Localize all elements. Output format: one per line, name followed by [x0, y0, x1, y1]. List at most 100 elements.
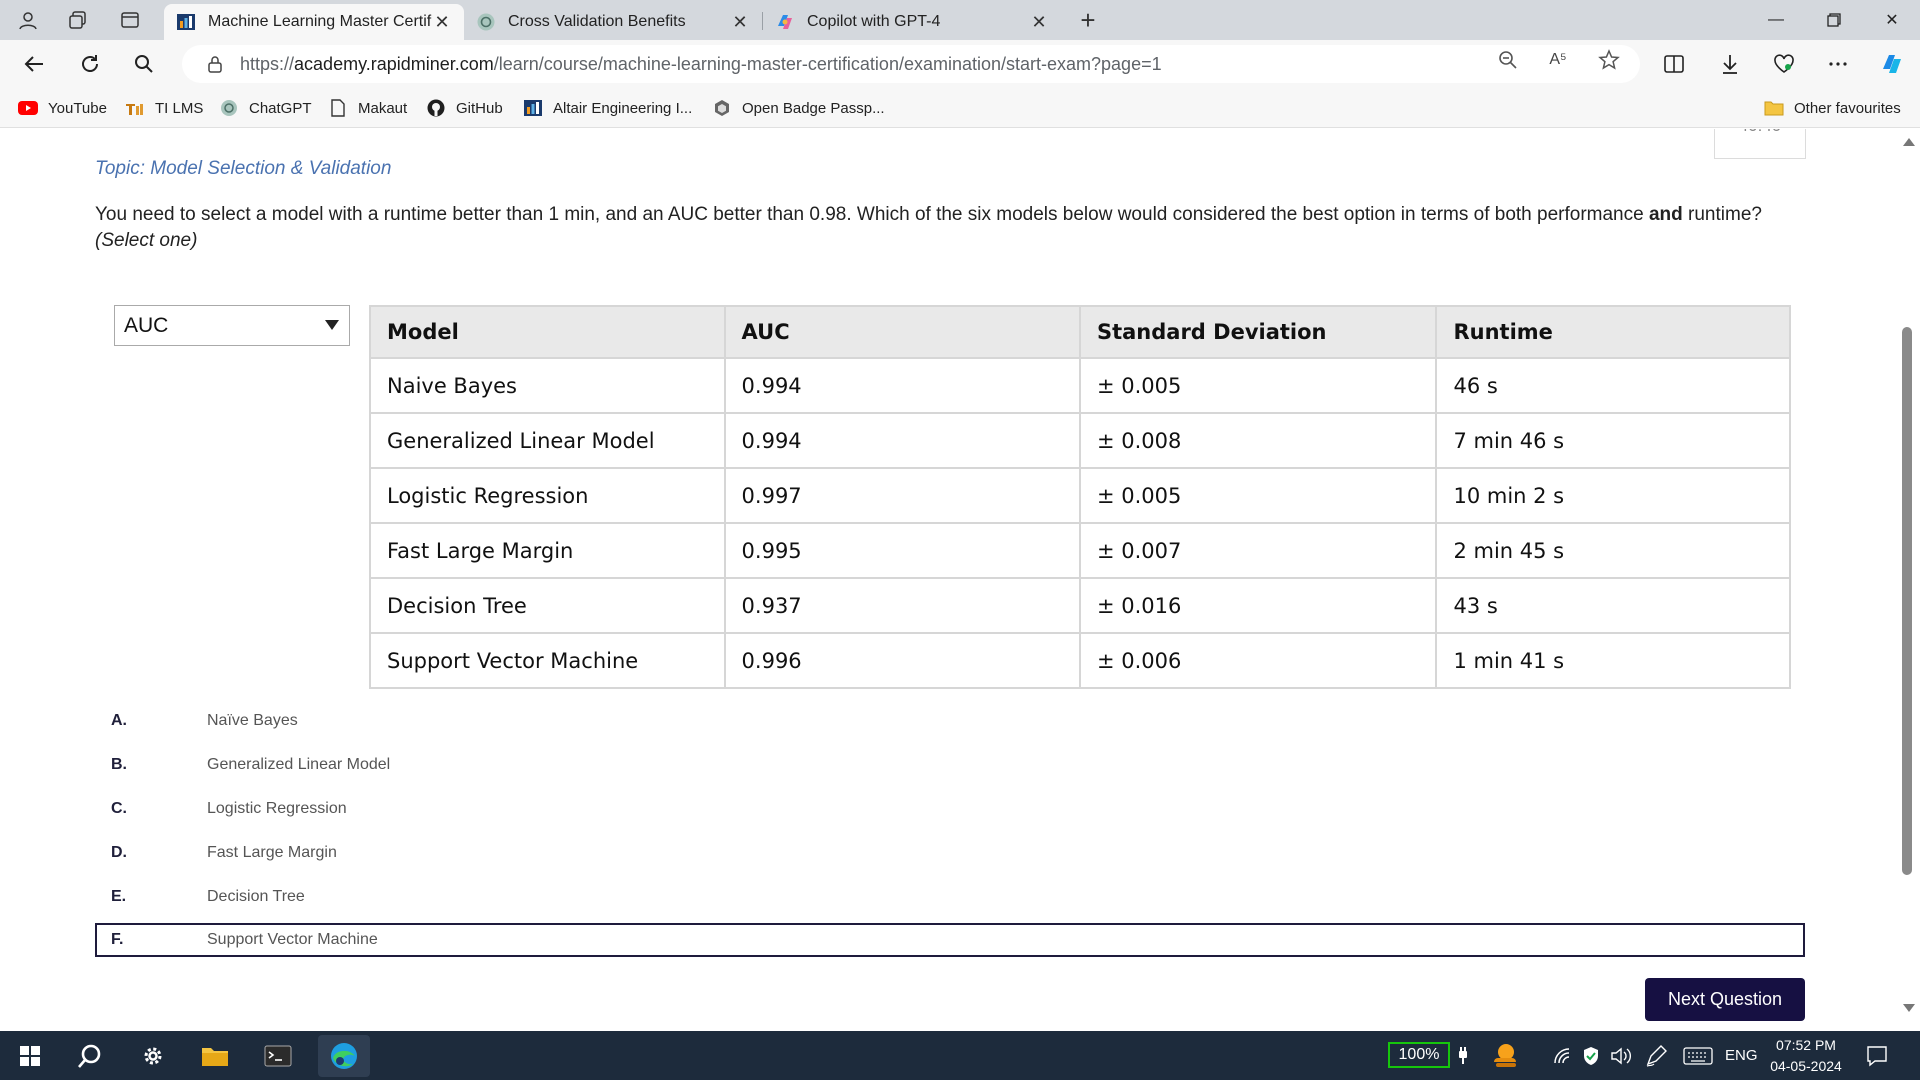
- close-window-button[interactable]: ✕: [1868, 4, 1916, 36]
- answer-option-e[interactable]: E. Decision Tree: [95, 879, 1805, 915]
- github-icon: [426, 99, 446, 117]
- cell-std-dev: ± 0.008: [1078, 412, 1438, 469]
- windows-start-icon[interactable]: [12, 1038, 48, 1074]
- scrollbar-thumb[interactable]: [1902, 327, 1912, 875]
- bookmark-open-badge[interactable]: Open Badge Passp...: [712, 96, 885, 120]
- cell-auc: 0.994: [723, 412, 1081, 469]
- cell-model: Generalized Linear Model: [369, 412, 726, 469]
- more-options-icon[interactable]: [1822, 48, 1854, 80]
- select-hint: (Select one): [95, 230, 198, 251]
- clock-date: 04-05-2024: [1770, 1058, 1842, 1074]
- url-prefix: https://: [240, 53, 295, 74]
- answer-option-c[interactable]: C. Logistic Regression: [95, 791, 1805, 827]
- search-icon[interactable]: [72, 1038, 108, 1074]
- option-letter: B.: [111, 756, 127, 773]
- edge-browser-icon[interactable]: [318, 1035, 370, 1077]
- tab-copilot[interactable]: Copilot with GPT-4 ✕: [763, 4, 1061, 40]
- wifi-icon[interactable]: [1553, 1031, 1573, 1080]
- bookmark-chatgpt[interactable]: ChatGPT: [219, 96, 312, 120]
- refresh-icon[interactable]: [74, 48, 106, 80]
- cell-model: Decision Tree: [369, 577, 726, 634]
- close-icon[interactable]: ✕: [432, 12, 452, 33]
- cell-model: Naive Bayes: [369, 357, 726, 414]
- dropdown-arrow-icon: [325, 320, 339, 330]
- bookmarks-bar: YouTube TI LMS ChatGPT Makaut GitHub Alt…: [0, 88, 1920, 128]
- new-tab-button[interactable]: +: [1072, 4, 1104, 36]
- bookmark-ti-lms[interactable]: TI LMS: [125, 96, 203, 120]
- cell-model: Support Vector Machine: [369, 632, 726, 689]
- clock-time: 07:52 PM: [1776, 1037, 1836, 1053]
- page-scrollbar[interactable]: [1896, 129, 1920, 1031]
- cell-model: Fast Large Margin: [369, 522, 726, 579]
- question-text-part: You need to select a model with a runtim…: [95, 204, 1649, 225]
- table-header-row: Model AUC Standard Deviation Runtime: [369, 305, 1791, 359]
- copilot-icon: [775, 12, 795, 32]
- bookmark-other-favourites[interactable]: Other favourites: [1764, 96, 1901, 120]
- weather-icon[interactable]: [1490, 1031, 1522, 1080]
- back-arrow-icon[interactable]: [18, 48, 50, 80]
- browser-toolbar: https://academy.rapidminer.com/learn/cou…: [0, 40, 1920, 88]
- column-header-auc: AUC: [723, 305, 1081, 359]
- bookmark-altair[interactable]: Altair Engineering I...: [523, 96, 692, 120]
- sort-metric-select[interactable]: AUC: [114, 305, 350, 346]
- scroll-up-arrow-icon[interactable]: [1903, 138, 1915, 146]
- bookmark-label: Other favourites: [1794, 99, 1901, 117]
- keyboard-icon[interactable]: [1683, 1031, 1713, 1080]
- cell-std-dev: ± 0.005: [1078, 467, 1438, 524]
- restore-button[interactable]: [1810, 4, 1858, 36]
- read-aloud-label: A⁵: [1549, 51, 1567, 68]
- input-language[interactable]: ENG: [1725, 1031, 1758, 1080]
- cell-std-dev: ± 0.016: [1078, 577, 1438, 634]
- table-row: Naive Bayes 0.994 ± 0.005 46 s: [369, 357, 1791, 414]
- tab-actions-icon[interactable]: [116, 6, 144, 34]
- cell-auc: 0.997: [723, 467, 1081, 524]
- bookmark-youtube[interactable]: YouTube: [18, 96, 107, 120]
- cell-runtime: 43 s: [1435, 577, 1791, 634]
- answer-option-b[interactable]: B. Generalized Linear Model: [95, 747, 1805, 783]
- windows-taskbar: 100% ENG 07:52 PM 04-05-2024: [0, 1031, 1920, 1080]
- browser-essentials-icon[interactable]: [1768, 48, 1800, 80]
- lock-icon[interactable]: [204, 53, 226, 75]
- bookmark-makaut[interactable]: Makaut: [328, 96, 407, 120]
- tab-machine-learning[interactable]: Machine Learning Master Certific ✕: [164, 4, 464, 40]
- option-letter: C.: [111, 800, 127, 817]
- cell-auc: 0.937: [723, 577, 1081, 634]
- answer-option-a[interactable]: A. Naïve Bayes: [95, 703, 1805, 739]
- favorite-star-icon[interactable]: [1598, 49, 1620, 71]
- profile-icon[interactable]: [14, 6, 42, 34]
- zoom-out-icon[interactable]: [1497, 49, 1519, 71]
- download-icon[interactable]: [1714, 48, 1746, 80]
- settings-gear-icon[interactable]: [135, 1038, 171, 1074]
- minimize-button[interactable]: —: [1752, 4, 1800, 36]
- terminal-icon[interactable]: [260, 1038, 296, 1074]
- split-screen-icon[interactable]: [1658, 48, 1690, 80]
- security-shield-icon[interactable]: [1582, 1031, 1600, 1080]
- tab-title: Cross Validation Benefits: [508, 13, 686, 30]
- url-text: https://academy.rapidminer.com/learn/cou…: [240, 54, 1162, 75]
- cell-runtime: 7 min 46 s: [1435, 412, 1791, 469]
- answer-option-d[interactable]: D. Fast Large Margin: [95, 835, 1805, 871]
- bookmark-label: Open Badge Passp...: [742, 99, 885, 117]
- table-row: Generalized Linear Model 0.994 ± 0.008 7…: [369, 412, 1791, 469]
- search-icon[interactable]: [128, 48, 160, 80]
- volume-icon[interactable]: [1610, 1031, 1632, 1080]
- close-icon[interactable]: ✕: [730, 12, 750, 33]
- tab-cross-validation[interactable]: Cross Validation Benefits ✕: [464, 4, 762, 40]
- rapidminer-icon: [523, 99, 543, 117]
- next-question-button[interactable]: Next Question: [1645, 978, 1805, 1021]
- option-text: Fast Large Margin: [207, 844, 337, 861]
- bookmark-github[interactable]: GitHub: [426, 96, 503, 120]
- answer-option-f[interactable]: F. Support Vector Machine: [95, 923, 1805, 957]
- folder-icon: [1764, 99, 1784, 117]
- pen-icon[interactable]: [1645, 1031, 1667, 1080]
- copilot-sidebar-icon[interactable]: [1876, 48, 1908, 80]
- read-aloud-icon[interactable]: A⁵: [1547, 49, 1569, 71]
- notification-icon[interactable]: [1866, 1031, 1888, 1080]
- workspaces-icon[interactable]: [64, 6, 92, 34]
- file-explorer-icon[interactable]: [197, 1038, 233, 1074]
- close-icon[interactable]: ✕: [1029, 12, 1049, 33]
- battery-indicator[interactable]: 100%: [1388, 1042, 1450, 1068]
- system-clock[interactable]: 07:52 PM 04-05-2024: [1766, 1035, 1846, 1077]
- address-bar[interactable]: https://academy.rapidminer.com/learn/cou…: [182, 45, 1640, 83]
- scroll-down-arrow-icon[interactable]: [1903, 1004, 1915, 1012]
